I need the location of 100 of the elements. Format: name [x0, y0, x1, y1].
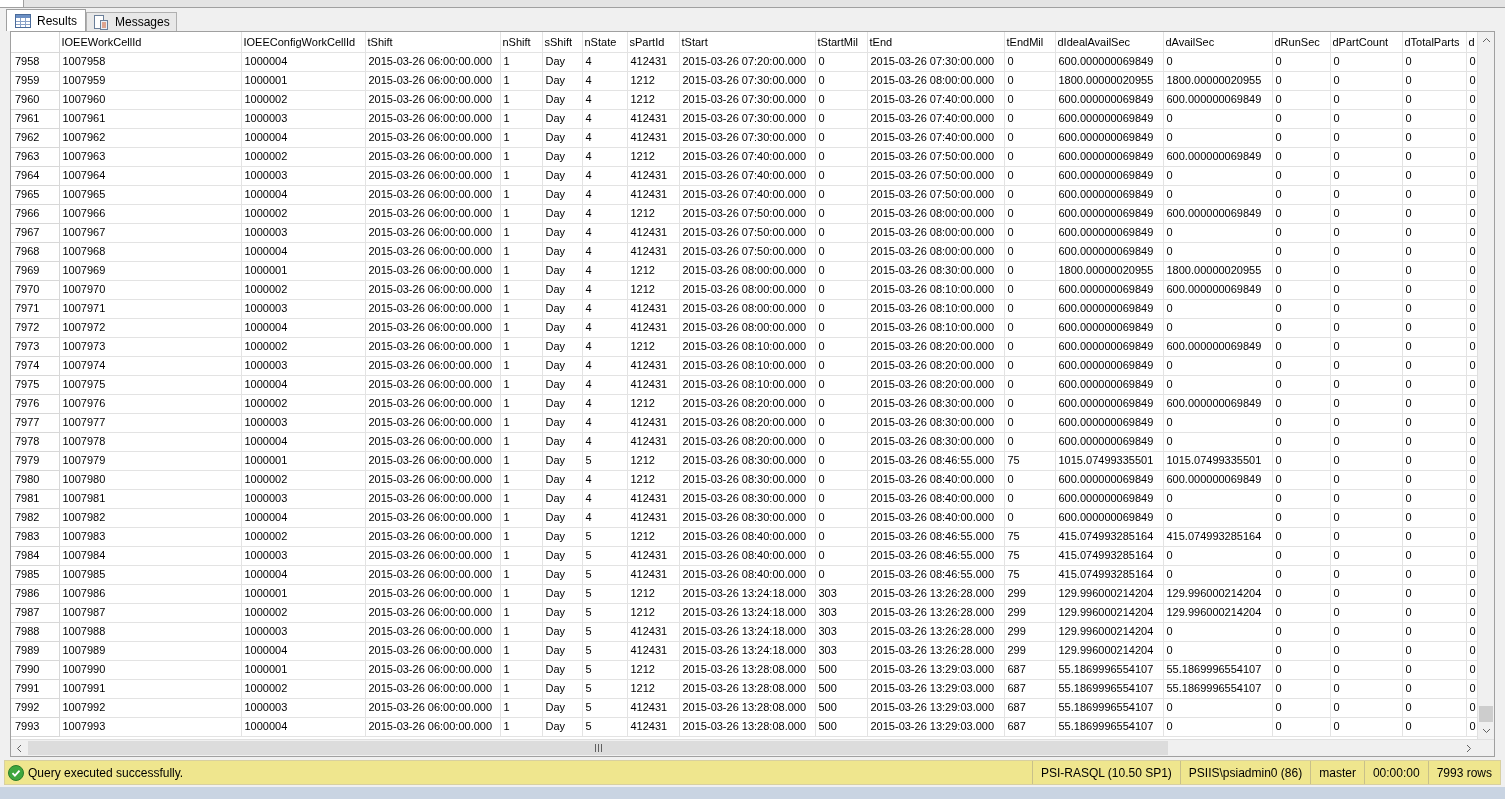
column-header[interactable]: dPartCount: [1330, 32, 1402, 52]
row-number[interactable]: 7967: [11, 223, 59, 242]
row-number[interactable]: 7975: [11, 375, 59, 394]
table-cell: 5: [582, 451, 627, 470]
column-header[interactable]: sShift: [542, 32, 582, 52]
table-cell: 600.000000069849: [1055, 299, 1163, 318]
column-header[interactable]: nShift: [500, 32, 542, 52]
row-number[interactable]: 7974: [11, 356, 59, 375]
column-header[interactable]: dAvailSec: [1163, 32, 1272, 52]
row-number[interactable]: 7972: [11, 318, 59, 337]
table-cell: 0: [1330, 147, 1402, 166]
table-cell: 0: [1272, 90, 1330, 109]
row-number[interactable]: 7961: [11, 109, 59, 128]
table-cell: 0: [1004, 470, 1055, 489]
row-number[interactable]: 7970: [11, 280, 59, 299]
table-cell: 600.000000069849: [1055, 413, 1163, 432]
row-number[interactable]: 7973: [11, 337, 59, 356]
table-cell: 0: [1330, 622, 1402, 641]
column-header[interactable]: IOEEConfigWorkCellId: [241, 32, 365, 52]
table-cell: 4: [582, 375, 627, 394]
row-number[interactable]: 7987: [11, 603, 59, 622]
table-cell: 0: [1272, 546, 1330, 565]
table-cell: 600.000000069849: [1055, 223, 1163, 242]
column-header[interactable]: IOEEWorkCellId: [59, 32, 241, 52]
table-cell: 412431: [627, 52, 679, 71]
table-cell: 2015-03-26 07:50:00.000: [679, 223, 815, 242]
table-cell: 1: [500, 223, 542, 242]
row-number[interactable]: 7984: [11, 546, 59, 565]
row-number[interactable]: 7968: [11, 242, 59, 261]
row-number[interactable]: 7988: [11, 622, 59, 641]
row-number[interactable]: 7969: [11, 261, 59, 280]
table-cell: 2015-03-26 08:20:00.000: [867, 375, 1004, 394]
table-cell: 2015-03-26 06:00:00.000: [365, 147, 500, 166]
row-number[interactable]: 7993: [11, 717, 59, 736]
column-header[interactable]: tShift: [365, 32, 500, 52]
row-number[interactable]: 7960: [11, 90, 59, 109]
row-number[interactable]: 7971: [11, 299, 59, 318]
row-number[interactable]: 7977: [11, 413, 59, 432]
row-number[interactable]: 7986: [11, 584, 59, 603]
table-cell: 0: [1272, 223, 1330, 242]
table-cell: 2015-03-26 06:00:00.000: [365, 356, 500, 375]
row-number[interactable]: 7982: [11, 508, 59, 527]
column-header[interactable]: tEndMil: [1004, 32, 1055, 52]
table-cell: 0: [815, 470, 867, 489]
row-number[interactable]: 7983: [11, 527, 59, 546]
row-number[interactable]: 7963: [11, 147, 59, 166]
row-number[interactable]: 7990: [11, 660, 59, 679]
row-number[interactable]: 7959: [11, 71, 59, 90]
vertical-scrollbar[interactable]: [1477, 32, 1494, 739]
table-cell: 1: [500, 565, 542, 584]
table-cell: 1: [500, 185, 542, 204]
column-header[interactable]: nState: [582, 32, 627, 52]
table-cell: 0: [1163, 375, 1272, 394]
table-cell: 1000003: [241, 622, 365, 641]
table-cell: 0: [1272, 413, 1330, 432]
horizontal-scrollbar[interactable]: [11, 740, 1477, 756]
table-cell: Day: [542, 622, 582, 641]
table-cell: 1007985: [59, 565, 241, 584]
table-cell: 0: [1272, 394, 1330, 413]
table-cell: 1: [500, 660, 542, 679]
row-number[interactable]: 7965: [11, 185, 59, 204]
row-number[interactable]: 7978: [11, 432, 59, 451]
table-cell: 2015-03-26 06:00:00.000: [365, 109, 500, 128]
table-cell: 412431: [627, 299, 679, 318]
column-header[interactable]: dTotalParts: [1402, 32, 1466, 52]
table-cell: 129.996000214204: [1055, 603, 1163, 622]
row-number[interactable]: 7979: [11, 451, 59, 470]
status-field: PSI-RASQL (10.50 SP1): [1031, 761, 1180, 784]
column-header[interactable]: tEnd: [867, 32, 1004, 52]
row-number[interactable]: 7958: [11, 52, 59, 71]
row-number[interactable]: 7980: [11, 470, 59, 489]
table-cell: 500: [815, 717, 867, 736]
tab[interactable]: Messages: [86, 12, 177, 31]
table-cell: 0: [1272, 299, 1330, 318]
row-number[interactable]: 7992: [11, 698, 59, 717]
row-number[interactable]: 7989: [11, 641, 59, 660]
tab[interactable]: Results: [6, 9, 86, 31]
column-header[interactable]: tStartMil: [815, 32, 867, 52]
table-cell: 2015-03-26 13:24:18.000: [679, 622, 815, 641]
table-cell: 600.000000069849: [1163, 147, 1272, 166]
table-cell: 1007962: [59, 128, 241, 147]
row-number[interactable]: 7991: [11, 679, 59, 698]
row-number[interactable]: 7964: [11, 166, 59, 185]
column-header[interactable]: tStart: [679, 32, 815, 52]
column-header[interactable]: dRunSec: [1272, 32, 1330, 52]
column-header[interactable]: dIdealAvailSec: [1055, 32, 1163, 52]
row-number[interactable]: 7976: [11, 394, 59, 413]
row-number[interactable]: 7966: [11, 204, 59, 223]
table-cell: 1007967: [59, 223, 241, 242]
row-number[interactable]: 7962: [11, 128, 59, 147]
table-icon: [15, 13, 31, 28]
row-number[interactable]: 7981: [11, 489, 59, 508]
scroll-thumb[interactable]: [1479, 706, 1493, 722]
table-cell: 2015-03-26 13:24:18.000: [679, 584, 815, 603]
row-number[interactable]: 7985: [11, 565, 59, 584]
table-cell: 1007965: [59, 185, 241, 204]
table-cell: 1007974: [59, 356, 241, 375]
table-cell: 299: [1004, 603, 1055, 622]
column-header[interactable]: sPartId: [627, 32, 679, 52]
table-cell: 1000001: [241, 660, 365, 679]
